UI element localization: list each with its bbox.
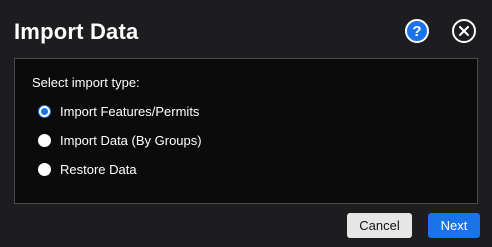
radio-option-import-data-by-groups[interactable]: Import Data (By Groups) bbox=[38, 133, 202, 148]
help-button[interactable]: ? bbox=[405, 19, 429, 43]
import-type-panel: Select import type: Import Features/Perm… bbox=[14, 58, 478, 204]
import-data-dialog: Import Data ? Select import type: Import… bbox=[0, 0, 492, 247]
next-button[interactable]: Next bbox=[428, 213, 480, 238]
dialog-title: Import Data bbox=[14, 19, 139, 44]
radio-option-restore-data[interactable]: Restore Data bbox=[38, 162, 137, 177]
radio-option-label: Restore Data bbox=[60, 162, 137, 177]
radio-button[interactable] bbox=[38, 163, 51, 176]
close-button[interactable] bbox=[452, 19, 476, 43]
radio-option-label: Import Features/Permits bbox=[60, 104, 200, 119]
import-type-label: Select import type: bbox=[32, 75, 140, 90]
radio-option-label: Import Data (By Groups) bbox=[60, 133, 202, 148]
radio-button[interactable] bbox=[38, 134, 51, 147]
radio-option-import-features-permits[interactable]: Import Features/Permits bbox=[38, 104, 199, 119]
close-icon bbox=[459, 26, 469, 36]
help-icon: ? bbox=[412, 22, 422, 40]
radio-button-selected[interactable] bbox=[38, 105, 51, 118]
cancel-button[interactable]: Cancel bbox=[347, 213, 412, 238]
